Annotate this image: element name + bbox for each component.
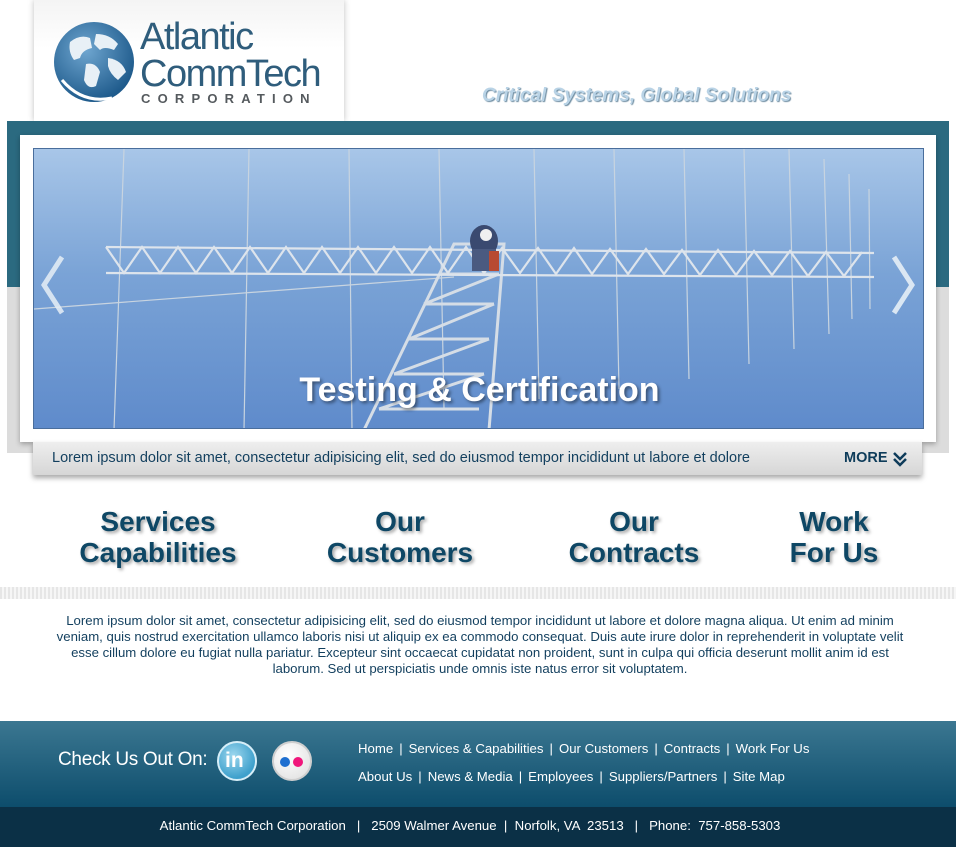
feature-our-contracts[interactable]: Our Contracts: [534, 506, 734, 568]
logo-title-line2: CommTech: [140, 53, 322, 95]
flickr-icon[interactable]: [272, 741, 312, 781]
feature-line2: For Us: [789, 537, 879, 568]
more-button[interactable]: MORE: [844, 450, 888, 466]
nav-separator: |: [723, 769, 727, 784]
nav-separator: |: [418, 769, 422, 784]
slide-image: Testing & Certification: [33, 148, 924, 429]
arrow-right-icon[interactable]: [890, 255, 916, 315]
footer-link-about-us[interactable]: About Us: [358, 769, 412, 784]
feature-services-capabilities[interactable]: Services Capabilities: [58, 506, 258, 568]
feature-line1: Our: [375, 506, 425, 537]
site-logo[interactable]: Atlantic CommTech CORPORATION: [34, 0, 344, 121]
social-label: Check Us Out On:: [58, 749, 208, 770]
footer-link-contracts[interactable]: Contracts: [664, 741, 720, 756]
feature-line1: Services: [100, 506, 216, 537]
footer-link-work-for-us[interactable]: Work For Us: [736, 741, 810, 756]
slide-caption: Testing & Certification: [299, 371, 660, 409]
nav-separator: |: [399, 741, 403, 756]
flickr-dot-blue: [280, 757, 290, 767]
footer-link-home[interactable]: Home: [358, 741, 393, 756]
feature-our-customers[interactable]: Our Customers: [300, 506, 500, 568]
nav-separator: |: [726, 741, 730, 756]
footer-link-our-customers[interactable]: Our Customers: [559, 741, 648, 756]
footer-link-services-capabilities[interactable]: Services & Capabilities: [409, 741, 544, 756]
tagline: Critical Systems, Global Solutions: [482, 85, 792, 106]
feature-line2: Customers: [326, 537, 474, 568]
nav-separator: |: [549, 741, 553, 756]
logo-title-line1: Atlantic: [140, 16, 254, 58]
globe-logo-icon: [54, 22, 134, 102]
footer-link-suppliers-partners[interactable]: Suppliers/Partners: [609, 769, 717, 784]
linkedin-glyph: in: [225, 749, 244, 772]
slide-summary-text: Lorem ipsum dolor sit amet, consectetur …: [52, 450, 750, 466]
footer-link-site-map[interactable]: Site Map: [733, 769, 785, 784]
feature-line1: Work: [799, 506, 869, 537]
feature-line2: Contracts: [568, 537, 700, 568]
footer-link-employees[interactable]: Employees: [528, 769, 593, 784]
nav-separator: |: [599, 769, 603, 784]
footer-nav-row-1: Home | Services & Capabilities | Our Custome…: [358, 741, 809, 756]
feature-line1: Our: [609, 506, 659, 537]
feature-line2: Capabilities: [79, 537, 237, 568]
linkedin-icon[interactable]: in: [217, 741, 257, 781]
arrow-left-icon[interactable]: [40, 255, 66, 315]
section-divider: [0, 587, 956, 599]
double-chevron-down-icon[interactable]: [893, 451, 907, 467]
logo-corporation: CORPORATION: [141, 91, 317, 106]
nav-separator: |: [518, 769, 523, 784]
slide-summary-bar: Lorem ipsum dolor sit amet, consectetur …: [33, 442, 922, 475]
footer-nav-row-2: About Us | News & Media | Employees | Supplier…: [358, 769, 785, 784]
company-address: Atlantic CommTech Corporation | 2509 Wal…: [159, 818, 781, 833]
feature-work-for-us[interactable]: Work For Us: [734, 506, 934, 568]
flickr-dot-pink: [293, 757, 303, 767]
intro-paragraph: Lorem ipsum dolor sit amet, consectetur …: [56, 613, 904, 676]
nav-separator: |: [654, 741, 658, 756]
footer-link-news-media[interactable]: News & Media: [428, 769, 513, 784]
